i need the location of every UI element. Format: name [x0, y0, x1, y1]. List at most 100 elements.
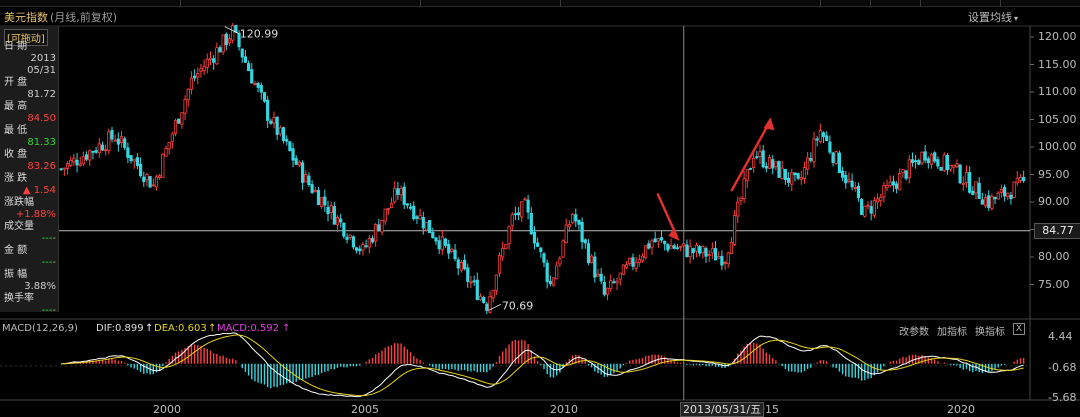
candle — [780, 167, 784, 179]
candle — [783, 168, 788, 181]
candle — [78, 163, 82, 166]
high-label: 120.99 — [240, 28, 278, 41]
candle — [631, 257, 635, 267]
candle — [151, 184, 155, 187]
candle — [796, 173, 800, 179]
candle — [885, 185, 889, 189]
candle — [377, 224, 381, 232]
candle — [799, 177, 803, 180]
candle — [688, 246, 692, 258]
candle — [1018, 177, 1023, 181]
candle — [561, 240, 565, 258]
candle — [809, 157, 813, 161]
candle — [748, 168, 753, 170]
candle — [1002, 186, 1007, 197]
price-tick-label: 110.00 — [1038, 85, 1077, 98]
info-row-label: 日 期 — [4, 41, 28, 52]
dea-arrow-icon: ↑ — [208, 323, 217, 334]
info-row: 收 盘 83.26 — [4, 149, 56, 173]
info-row: 振 幅 3.88% — [4, 269, 56, 293]
candle — [123, 138, 127, 148]
candle — [894, 183, 899, 189]
candle — [558, 258, 562, 265]
candle — [374, 224, 378, 242]
candle — [891, 181, 896, 186]
candle — [720, 255, 724, 266]
candle — [1012, 181, 1016, 198]
current-price-tag: 84.77 — [1034, 222, 1080, 239]
candle — [389, 202, 394, 209]
candle — [634, 262, 638, 269]
candle — [231, 25, 235, 41]
low-label: 70.69 — [502, 299, 533, 312]
candle — [345, 236, 349, 240]
candle — [758, 151, 762, 157]
candle — [917, 160, 921, 165]
candle — [837, 152, 842, 173]
add-indicator-button[interactable]: 加指标 — [937, 323, 967, 338]
candle — [107, 131, 111, 151]
candle — [672, 245, 676, 249]
candle — [936, 159, 940, 167]
year-label: 2020 — [947, 403, 975, 416]
macd-tick-label: -5.68 — [1048, 391, 1077, 404]
info-row-label: 最 低 — [4, 125, 28, 136]
candle — [812, 138, 816, 163]
candle — [370, 238, 375, 243]
candle — [177, 118, 181, 124]
candle — [666, 244, 670, 251]
candle — [88, 150, 92, 161]
candle — [215, 47, 219, 65]
candle — [879, 196, 883, 202]
candle — [971, 190, 975, 195]
candle — [774, 161, 778, 168]
candle — [396, 188, 400, 195]
candle — [767, 157, 772, 169]
candle — [300, 162, 305, 183]
candle — [860, 199, 864, 215]
info-row: 涨 跌 ▲ 1.54 — [4, 173, 56, 197]
dea-line — [61, 334, 1024, 397]
macd-name: MACD(12,26,9) — [2, 323, 78, 334]
candle — [269, 120, 273, 124]
edit-params-button[interactable]: 改参数 — [899, 323, 929, 338]
price-chart[interactable]: 120.99 70.69 — [0, 0, 1080, 416]
candle — [856, 185, 861, 199]
candle — [863, 205, 867, 217]
candle — [297, 161, 302, 166]
candle — [501, 247, 505, 258]
candle — [745, 169, 749, 182]
candle — [212, 58, 216, 63]
candle — [583, 239, 587, 244]
candle — [158, 175, 162, 178]
candle — [987, 195, 991, 208]
candle — [459, 261, 464, 271]
info-row-label: 涨 跌 — [4, 173, 28, 184]
candle — [777, 161, 781, 178]
price-tick-label: 80.00 — [1038, 250, 1070, 263]
info-row-value: 3.88% — [24, 281, 56, 292]
candle — [942, 154, 946, 171]
candle — [148, 176, 152, 188]
candle — [307, 175, 311, 186]
candle — [116, 138, 120, 145]
candle — [790, 172, 794, 185]
candle — [478, 295, 483, 301]
close-icon[interactable]: X — [1013, 323, 1025, 335]
switch-indicator-button[interactable]: 换指标 — [975, 323, 1005, 338]
dif-label: DIF:0.899 — [96, 323, 144, 334]
candle — [574, 214, 578, 222]
info-row: 最 低 81.33 — [4, 125, 56, 149]
info-row-value: 2013 — [30, 53, 56, 64]
candle — [205, 58, 209, 68]
candle — [580, 221, 584, 243]
dea-label: DEA:0.603 — [154, 323, 207, 334]
candle — [577, 219, 581, 225]
candle — [415, 216, 419, 219]
candle — [698, 246, 702, 254]
candle — [81, 156, 86, 165]
candle — [605, 287, 610, 295]
candle — [704, 248, 708, 257]
candle — [342, 222, 346, 237]
candle — [570, 213, 575, 224]
